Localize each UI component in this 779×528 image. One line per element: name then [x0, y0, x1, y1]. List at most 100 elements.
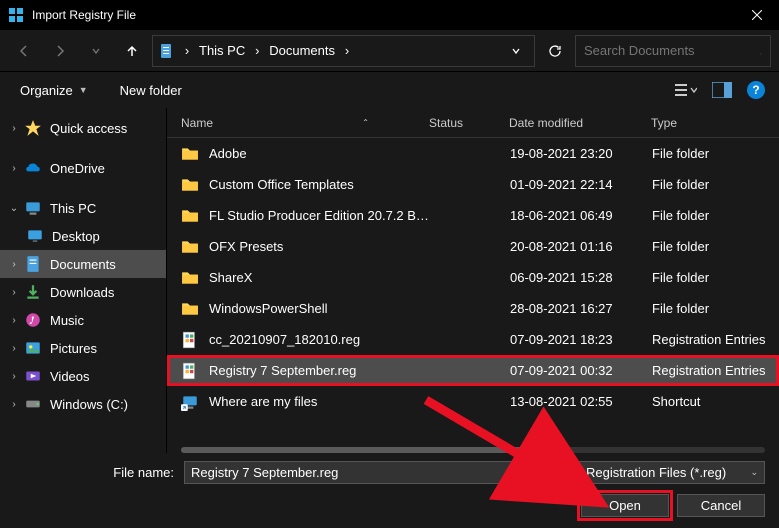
- file-row[interactable]: FL Studio Producer Edition 20.7.2 Build …: [167, 200, 779, 231]
- column-name[interactable]: Name ⌃: [181, 116, 429, 130]
- expand-icon[interactable]: ›: [6, 315, 22, 326]
- file-name: Registry 7 September.reg: [209, 363, 430, 378]
- sidebar-downloads[interactable]: › Downloads: [0, 278, 166, 306]
- sidebar-label: Desktop: [52, 229, 100, 244]
- search-box[interactable]: [575, 35, 771, 67]
- file-row[interactable]: WindowsPowerShell28-08-2021 16:27File fo…: [167, 293, 779, 324]
- file-name: OFX Presets: [209, 239, 430, 254]
- file-row[interactable]: Where are my files 13-08-2021 02:55Shortc…: [167, 386, 779, 417]
- sidebar-label: Music: [50, 313, 84, 328]
- folder-icon: [181, 177, 199, 193]
- sidebar-documents[interactable]: › Documents: [0, 250, 166, 278]
- address-bar[interactable]: › This PC › Documents ›: [152, 35, 535, 67]
- organize-button[interactable]: Organize ▼: [14, 79, 94, 102]
- file-row[interactable]: Custom Office Templates01-09-2021 22:14F…: [167, 169, 779, 200]
- view-options-button[interactable]: [675, 81, 697, 99]
- file-row[interactable]: cc_20210907_182010.reg 07-09-2021 18:23Re…: [167, 324, 779, 355]
- search-input[interactable]: [584, 43, 760, 58]
- file-date: 19-08-2021 23:20: [510, 146, 652, 161]
- column-type[interactable]: Type: [651, 116, 779, 130]
- sidebar-music[interactable]: › Music: [0, 306, 166, 334]
- preview-pane-button[interactable]: [711, 81, 733, 99]
- sidebar-desktop[interactable]: Desktop: [0, 222, 166, 250]
- file-name: Where are my files: [209, 394, 430, 409]
- refresh-button[interactable]: [539, 35, 571, 67]
- sidebar-windows-c[interactable]: › Windows (C:): [0, 390, 166, 418]
- pictures-icon: [24, 340, 42, 356]
- reg-icon: [181, 363, 199, 379]
- column-status[interactable]: Status: [429, 116, 509, 130]
- expand-icon[interactable]: ›: [6, 163, 22, 174]
- drive-icon: [24, 396, 42, 412]
- file-row[interactable]: Registry 7 September.reg 07-09-2021 00:32…: [167, 355, 779, 386]
- new-folder-button[interactable]: New folder: [114, 79, 188, 102]
- address-dropdown[interactable]: [504, 46, 528, 56]
- file-list-body: Adobe19-08-2021 23:20File folderCustom O…: [167, 138, 779, 441]
- up-button[interactable]: [116, 35, 148, 67]
- breadcrumb-documents[interactable]: Documents: [265, 43, 339, 58]
- file-type: File folder: [652, 146, 779, 161]
- videos-icon: [24, 368, 42, 384]
- filename-input[interactable]: Registry 7 September.reg ⌄: [184, 461, 569, 484]
- chevron-right-icon[interactable]: ›: [251, 43, 263, 58]
- forward-button[interactable]: [44, 35, 76, 67]
- recent-dropdown[interactable]: [80, 35, 112, 67]
- file-name: ShareX: [209, 270, 430, 285]
- sort-ascending-icon: ⌃: [362, 118, 369, 127]
- open-button[interactable]: Open: [581, 494, 669, 517]
- desktop-icon: [26, 228, 44, 244]
- chevron-right-icon[interactable]: ›: [341, 43, 353, 58]
- file-name: cc_20210907_182010.reg: [209, 332, 430, 347]
- horizontal-scrollbar[interactable]: [181, 447, 765, 453]
- file-date: 18-06-2021 06:49: [510, 208, 652, 223]
- column-date[interactable]: Date modified: [509, 116, 651, 130]
- chevron-right-icon[interactable]: ›: [181, 43, 193, 58]
- downloads-icon: [24, 284, 42, 300]
- file-row[interactable]: ShareX06-09-2021 15:28File folder: [167, 262, 779, 293]
- sidebar-pictures[interactable]: › Pictures: [0, 334, 166, 362]
- chevron-down-icon[interactable]: ⌄: [750, 467, 758, 478]
- scrollbar-thumb[interactable]: [181, 447, 531, 453]
- folder-icon: [181, 301, 199, 317]
- app-icon: [8, 7, 24, 23]
- file-row[interactable]: Adobe19-08-2021 23:20File folder: [167, 138, 779, 169]
- file-type: Registration Entries: [652, 332, 779, 347]
- expand-icon[interactable]: ›: [6, 343, 22, 354]
- chevron-down-icon[interactable]: ⌄: [554, 467, 562, 478]
- sidebar-videos[interactable]: › Videos: [0, 362, 166, 390]
- sidebar-quick-access[interactable]: › Quick access: [0, 114, 166, 142]
- collapse-icon[interactable]: ⌄: [6, 203, 22, 214]
- sidebar-label: Quick access: [50, 121, 127, 136]
- sidebar-onedrive[interactable]: › OneDrive: [0, 154, 166, 182]
- filetype-select[interactable]: Registration Files (*.reg) ⌄: [579, 461, 765, 484]
- expand-icon[interactable]: ›: [6, 371, 22, 382]
- file-type: Shortcut: [652, 394, 779, 409]
- file-date: 13-08-2021 02:55: [510, 394, 652, 409]
- file-date: 07-09-2021 00:32: [510, 363, 652, 378]
- file-date: 07-09-2021 18:23: [510, 332, 652, 347]
- expand-icon[interactable]: ›: [6, 399, 22, 410]
- help-button[interactable]: ?: [747, 81, 765, 99]
- reg-icon: [181, 332, 199, 348]
- back-button[interactable]: [8, 35, 40, 67]
- toolbar: Organize ▼ New folder ?: [0, 72, 779, 108]
- close-button[interactable]: [734, 0, 779, 30]
- file-row[interactable]: OFX Presets20-08-2021 01:16File folder: [167, 231, 779, 262]
- expand-icon[interactable]: ›: [6, 259, 22, 270]
- expand-icon[interactable]: ›: [6, 123, 22, 134]
- documents-icon: [24, 256, 42, 272]
- file-date: 28-08-2021 16:27: [510, 301, 652, 316]
- expand-icon[interactable]: ›: [6, 287, 22, 298]
- folder-icon: [181, 239, 199, 255]
- breadcrumb-this-pc[interactable]: This PC: [195, 43, 249, 58]
- folder-icon: [181, 208, 199, 224]
- sidebar-label: Videos: [50, 369, 90, 384]
- window-title: Import Registry File: [32, 8, 734, 22]
- folder-icon: [181, 146, 199, 162]
- sidebar-this-pc[interactable]: ⌄ This PC: [0, 194, 166, 222]
- navbar: › This PC › Documents ›: [0, 30, 779, 72]
- file-date: 01-09-2021 22:14: [510, 177, 652, 192]
- cancel-button[interactable]: Cancel: [677, 494, 765, 517]
- new-folder-label: New folder: [120, 83, 182, 98]
- bottom-bar: File name: Registry 7 September.reg ⌄ Re…: [0, 453, 779, 528]
